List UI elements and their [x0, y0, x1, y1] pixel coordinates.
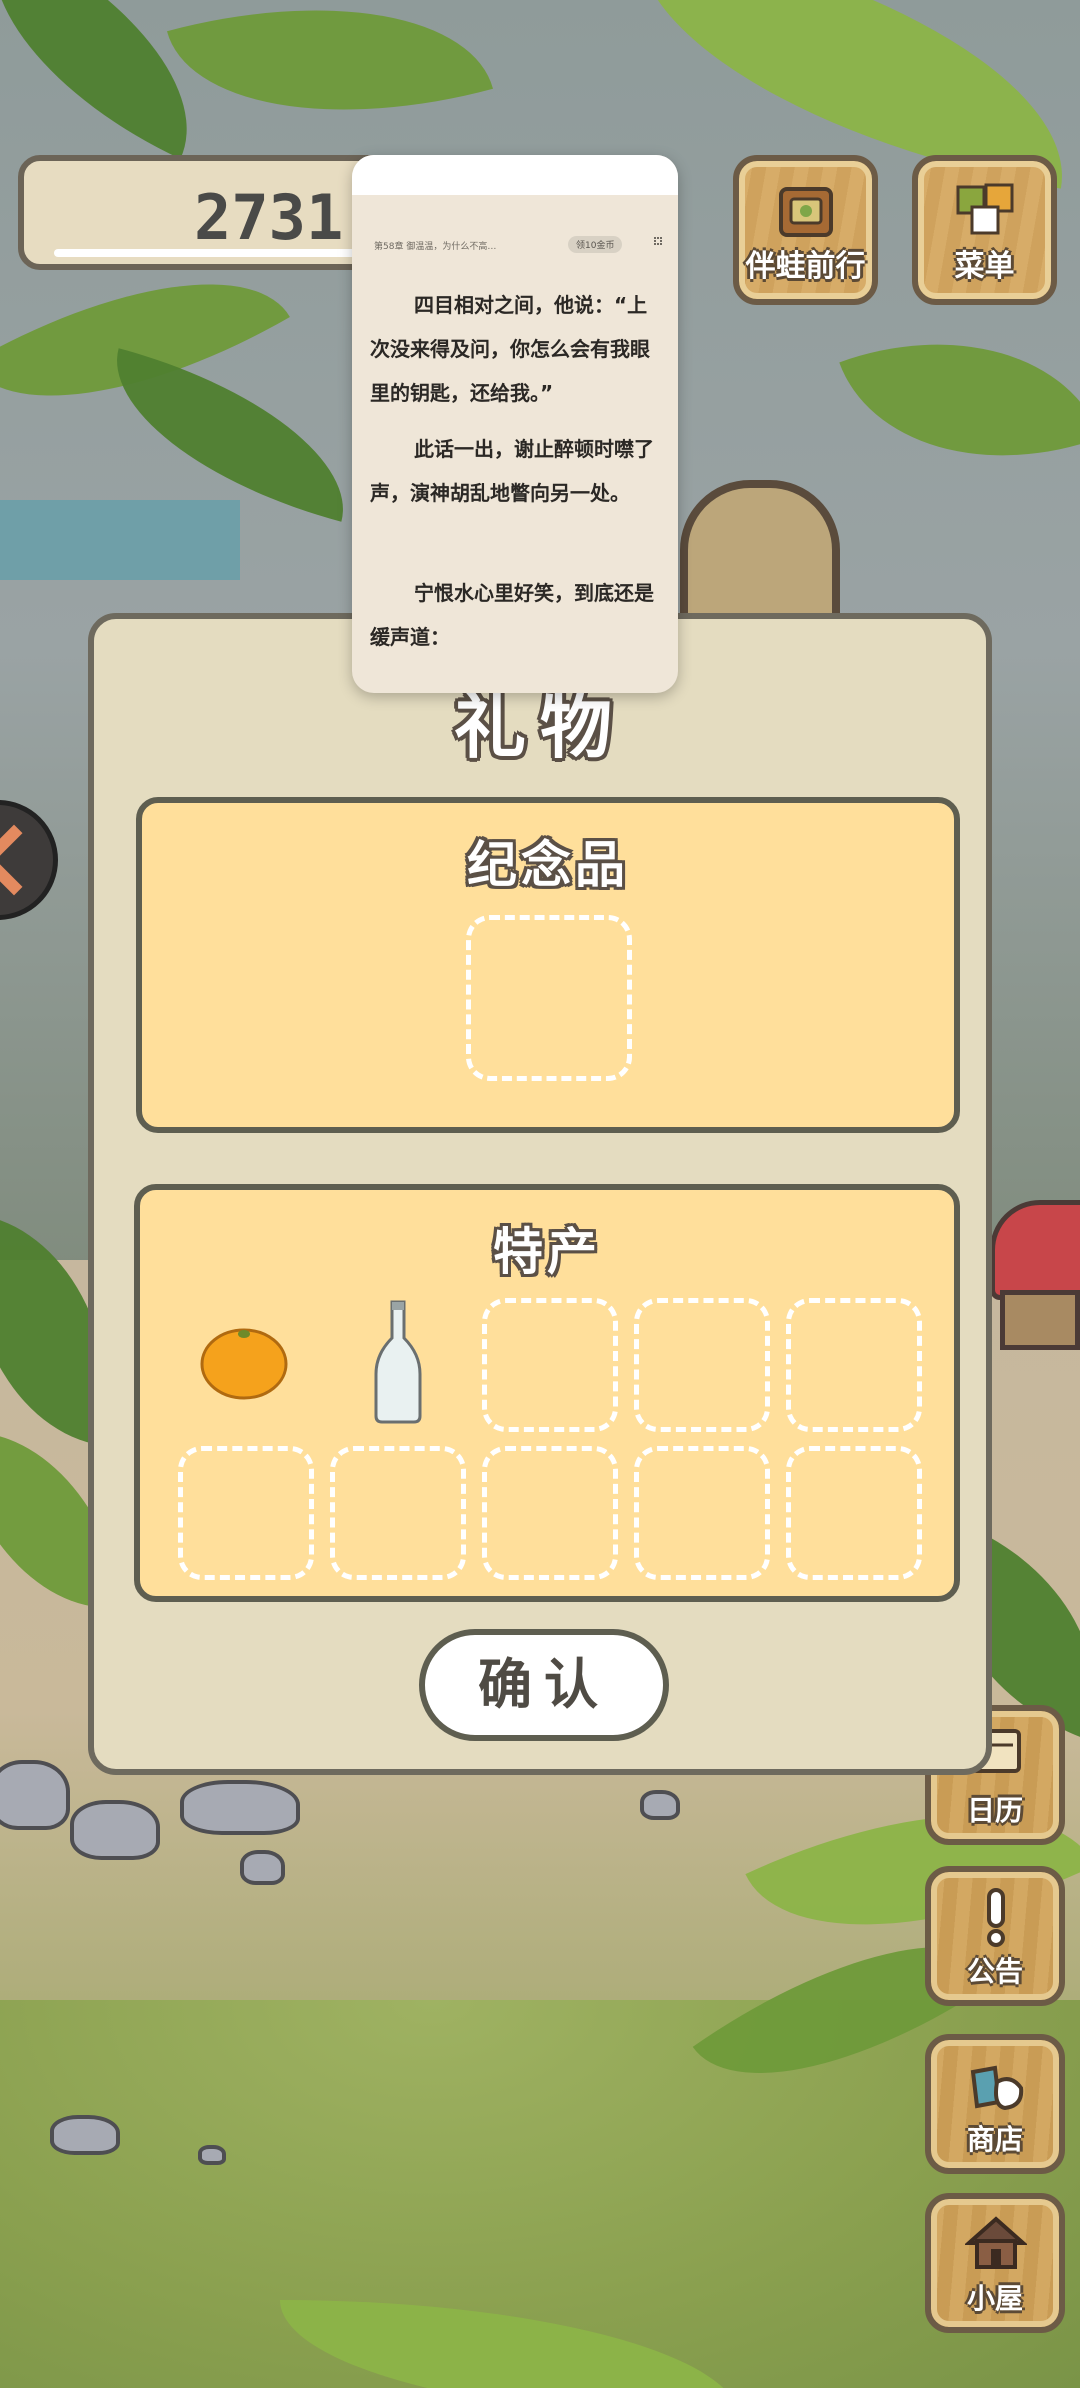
coin-amount: 2731: [194, 181, 344, 254]
rock: [70, 1800, 160, 1860]
house-button[interactable]: 小屋: [925, 2193, 1065, 2333]
souvenir-panel: 纪念品: [136, 797, 960, 1133]
reader-toolbar: 第58章 御温温，为什么不高… 领10金币: [362, 235, 668, 257]
reader-popup[interactable]: 第58章 御温温，为什么不高… 领10金币 四目相对之间，他说：“上次没来得及问…: [352, 155, 678, 693]
reader-paragraph: 四目相对之间，他说：“上次没来得及问，你怎么会有我眼里的钥匙，还给我。”: [370, 293, 650, 405]
coin-bar: [54, 249, 394, 257]
specialty-slot[interactable]: [634, 1446, 770, 1580]
souvenir-slot[interactable]: [466, 915, 632, 1081]
house-icon: [965, 2216, 1027, 2269]
rock: [0, 1760, 70, 1830]
companion-button[interactable]: 伴蛙前行: [733, 155, 878, 305]
specialty-slot[interactable]: [634, 1298, 770, 1432]
specialty-slot[interactable]: [330, 1446, 466, 1580]
menu-icon: [956, 183, 1014, 235]
specialty-slot[interactable]: [178, 1446, 314, 1580]
rock: [180, 1780, 300, 1835]
specialty-panel: 特产: [134, 1184, 960, 1602]
confirm-button[interactable]: 确认: [419, 1629, 669, 1741]
notice-label: 公告: [966, 1955, 1023, 1988]
arrow-left-icon: [0, 824, 50, 896]
reader-coin-badge[interactable]: 领10金币: [568, 236, 623, 253]
book-icon: [779, 187, 833, 237]
specialty-slot[interactable]: [786, 1298, 922, 1432]
orange-icon[interactable]: [198, 1320, 290, 1400]
shop-bags-icon: [970, 2065, 1024, 2111]
specialty-slot[interactable]: [786, 1446, 922, 1580]
gift-dialog: 礼物 纪念品 特产 确认: [88, 613, 992, 1775]
garden-gate: [680, 480, 840, 630]
specialty-slot[interactable]: [482, 1446, 618, 1580]
rock: [240, 1850, 285, 1885]
companion-label: 伴蛙前行: [745, 249, 866, 284]
shop-label: 商店: [966, 2123, 1023, 2156]
menu-label: 菜单: [954, 249, 1015, 284]
notice-button[interactable]: 公告: [925, 1866, 1065, 2006]
calendar-label: 日历: [966, 1794, 1023, 1827]
reader-header: [352, 155, 678, 195]
mailbox-post: [1000, 1290, 1080, 1350]
reader-paragraph: 此话一出，谢止醉顿时噤了声，演神胡乱地瞥向另一处。: [370, 437, 654, 505]
rock: [198, 2145, 226, 2165]
rock: [640, 1790, 680, 1820]
shop-button[interactable]: 商店: [925, 2034, 1065, 2174]
house-label: 小屋: [966, 2282, 1023, 2315]
rock: [50, 2115, 120, 2155]
pond: [0, 500, 240, 580]
mailbox[interactable]: [990, 1200, 1080, 1300]
bottle-icon[interactable]: [370, 1298, 426, 1426]
reader-chapter-title[interactable]: 第58章 御温温，为什么不高…: [374, 239, 496, 252]
menu-button[interactable]: 菜单: [912, 155, 1057, 305]
grid-icon[interactable]: [654, 237, 662, 245]
specialty-slot[interactable]: [482, 1298, 618, 1432]
exclamation-icon: [987, 1888, 1005, 1947]
specialty-title: 特产: [493, 1223, 601, 1281]
reader-paragraph: 宁恨水心里好笑，到底还是缓声道：: [370, 581, 654, 649]
souvenir-title: 纪念品: [467, 836, 629, 894]
